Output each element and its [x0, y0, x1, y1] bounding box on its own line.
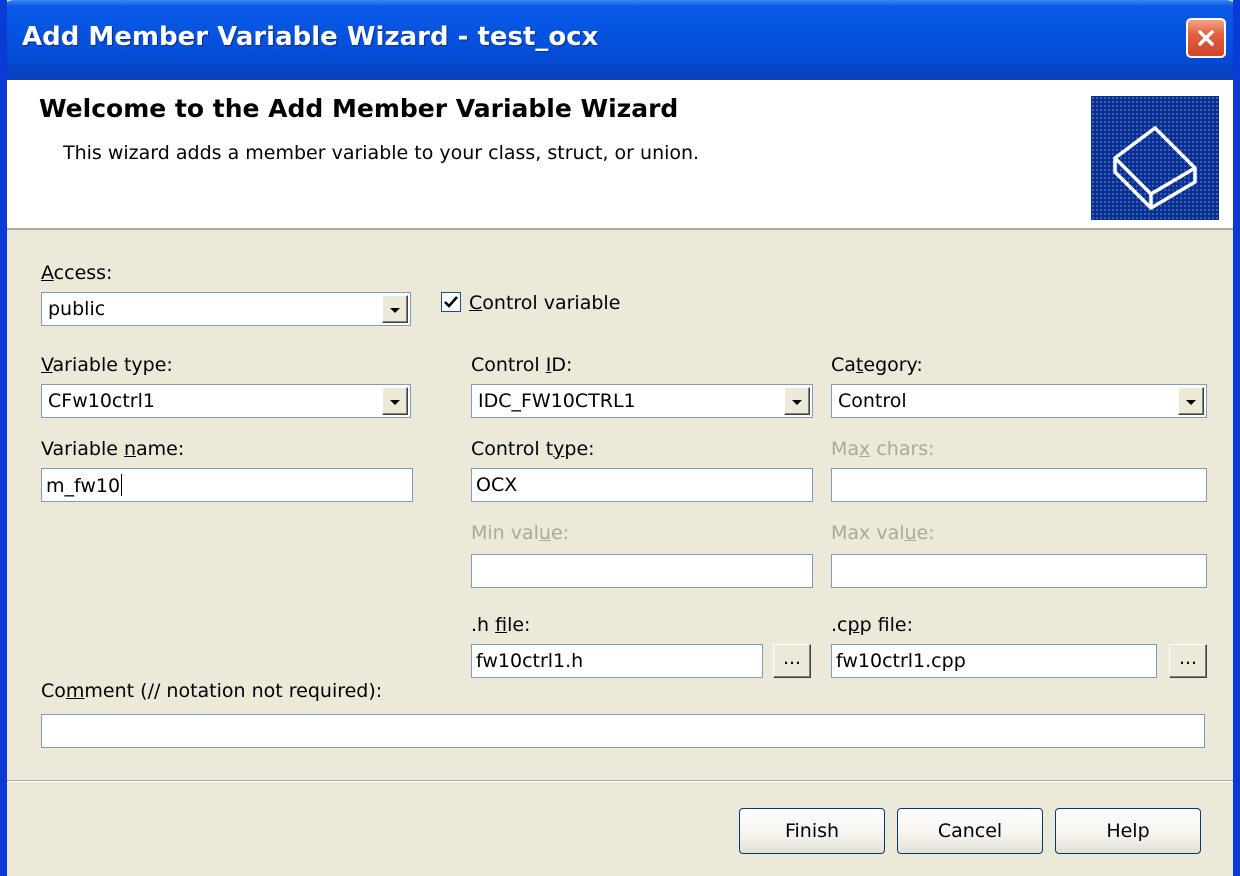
- cpp-file-label: .cpp file:: [831, 614, 913, 636]
- text-caret: [121, 474, 123, 496]
- control-variable-checkbox[interactable]: [441, 292, 461, 312]
- footer-separator: [7, 780, 1233, 782]
- comment-input[interactable]: [41, 714, 1205, 748]
- window-title: Add Member Variable Wizard - test_ocx: [22, 22, 599, 52]
- cube-icon: [1113, 126, 1197, 210]
- h-file-browse-button[interactable]: ...: [773, 644, 811, 678]
- chevron-down-icon: [390, 400, 400, 405]
- title-bar[interactable]: Add Member Variable Wizard - test_ocx: [7, 0, 1233, 80]
- control-variable-label[interactable]: Control variable: [469, 292, 620, 314]
- chevron-down-icon: [390, 308, 400, 313]
- h-file-value: fw10ctrl1.h: [476, 650, 584, 672]
- h-file-input[interactable]: fw10ctrl1.h: [471, 644, 763, 678]
- variable-type-combo[interactable]: CFw10ctrl1: [41, 384, 411, 418]
- access-dropdown-button[interactable]: [382, 295, 408, 323]
- cpp-file-value: fw10ctrl1.cpp: [836, 650, 966, 672]
- h-file-label: .h file:: [471, 614, 531, 636]
- close-icon: [1198, 30, 1214, 46]
- control-id-dropdown-button[interactable]: [784, 387, 810, 415]
- cpp-file-input[interactable]: fw10ctrl1.cpp: [831, 644, 1157, 678]
- wizard-dialog: Add Member Variable Wizard - test_ocx We…: [0, 0, 1240, 876]
- header-title: Welcome to the Add Member Variable Wizar…: [39, 94, 679, 123]
- max-chars-label: Max chars:: [831, 438, 935, 460]
- access-value: public: [48, 298, 106, 320]
- header-subtitle: This wizard adds a member variable to yo…: [63, 142, 700, 164]
- control-id-combo[interactable]: IDC_FW10CTRL1: [471, 384, 813, 418]
- access-label: Access:: [41, 262, 113, 284]
- control-id-value: IDC_FW10CTRL1: [478, 390, 636, 412]
- control-type-input[interactable]: OCX: [471, 468, 813, 502]
- category-label: Category:: [831, 354, 923, 376]
- access-combo[interactable]: public: [41, 292, 411, 326]
- variable-name-label: Variable name:: [41, 438, 185, 460]
- min-value-input[interactable]: [471, 554, 813, 588]
- max-value-label: Max value:: [831, 522, 935, 544]
- wizard-logo: [1091, 96, 1219, 220]
- variable-name-input[interactable]: m_fw10: [41, 468, 413, 502]
- help-button[interactable]: Help: [1055, 808, 1201, 854]
- comment-label: Comment (// notation not required):: [41, 680, 383, 702]
- cancel-button[interactable]: Cancel: [897, 808, 1043, 854]
- variable-name-value: m_fw10: [46, 475, 121, 497]
- min-value-label: Min value:: [471, 522, 570, 544]
- control-type-label: Control type:: [471, 438, 595, 460]
- variable-type-dropdown-button[interactable]: [382, 387, 408, 415]
- close-button[interactable]: [1186, 18, 1226, 58]
- variable-type-value: CFw10ctrl1: [48, 390, 155, 412]
- max-chars-input[interactable]: [831, 468, 1207, 502]
- finish-button[interactable]: Finish: [739, 808, 885, 854]
- category-value: Control: [838, 390, 907, 412]
- checkmark-icon: [444, 296, 458, 308]
- wizard-header: Welcome to the Add Member Variable Wizar…: [7, 80, 1233, 230]
- chevron-down-icon: [1186, 400, 1196, 405]
- category-combo[interactable]: Control: [831, 384, 1207, 418]
- variable-type-label: Variable type:: [41, 354, 173, 376]
- cpp-file-browse-button[interactable]: ...: [1169, 644, 1207, 678]
- control-id-label: Control ID:: [471, 354, 573, 376]
- chevron-down-icon: [792, 400, 802, 405]
- control-type-value: OCX: [476, 474, 518, 496]
- max-value-input[interactable]: [831, 554, 1207, 588]
- category-dropdown-button[interactable]: [1178, 387, 1204, 415]
